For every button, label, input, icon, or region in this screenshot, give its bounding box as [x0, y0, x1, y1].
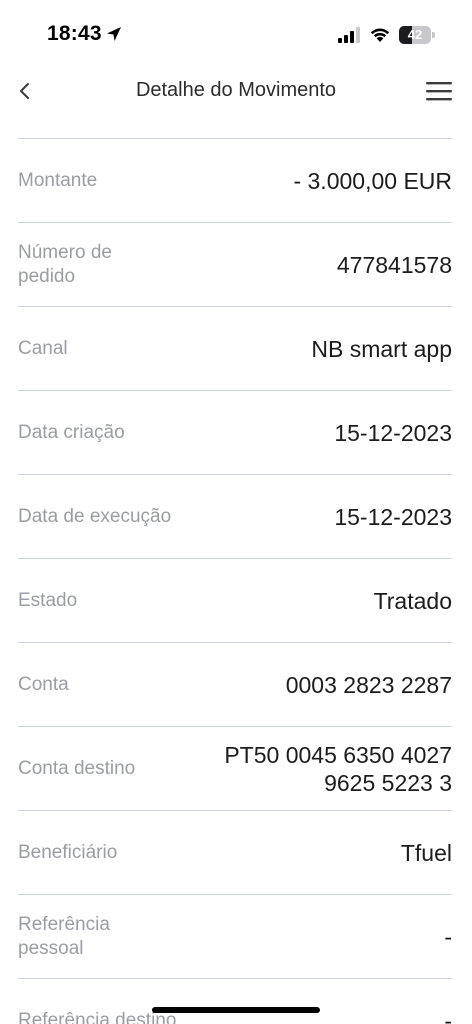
page-title: Detalhe do Movimento [135, 79, 337, 101]
detail-row-montante: Montante - 3.000,00 EUR [18, 138, 452, 222]
detail-row-numero-pedido: Número de pedido 477841578 [18, 222, 452, 306]
row-value: Tfuel [400, 839, 452, 866]
row-label: Referência pessoal [18, 913, 110, 959]
row-value: PT50 0045 6350 4027 9625 5223 3 [224, 741, 452, 796]
detail-row-beneficiario: Beneficiário Tfuel [18, 810, 452, 894]
status-time: 18:43 [47, 22, 102, 45]
row-label: Conta [18, 673, 69, 695]
row-value: 477841578 [336, 251, 452, 278]
row-value: - 3.000,00 EUR [293, 167, 452, 194]
row-label: Número de pedido [18, 241, 112, 287]
row-value: 0003 2823 2287 [285, 671, 452, 698]
detail-row-referencia-destino: Referência destino - [18, 978, 452, 1024]
battery-level: 42 [407, 27, 423, 42]
row-label: Beneficiário [18, 841, 118, 863]
detail-row-data-execucao: Data de execução 15-12-2023 [18, 474, 452, 558]
row-value: - [444, 923, 452, 950]
row-label: Data de execução [18, 505, 172, 527]
status-bar: 18:43 42 [0, 0, 472, 70]
detail-row-canal: Canal NB smart app [18, 306, 452, 390]
detail-row-conta-destino: Conta destino PT50 0045 6350 4027 9625 5… [18, 726, 452, 810]
row-label: Conta destino [18, 757, 136, 779]
location-arrow-icon [107, 27, 121, 41]
row-value: Tratado [373, 587, 452, 614]
wifi-icon [370, 28, 390, 42]
row-label: Data criação [18, 421, 125, 443]
detail-row-data-criacao: Data criação 15-12-2023 [18, 390, 452, 474]
cellular-signal-icon [338, 27, 360, 43]
detail-row-conta: Conta 0003 2823 2287 [18, 642, 452, 726]
row-value: - [444, 1007, 452, 1024]
detail-row-referencia-pessoal: Referência pessoal - [18, 894, 452, 978]
battery-icon: 42 [399, 26, 435, 44]
screen: 18:43 42 Detalhe do Movimento Montante -… [0, 0, 472, 1024]
detail-list: Montante - 3.000,00 EUR Número de pedido… [18, 138, 452, 1024]
row-label: Montante [18, 169, 98, 191]
home-indicator[interactable] [152, 1007, 320, 1013]
row-value: 15-12-2023 [334, 419, 452, 446]
row-label: Estado [18, 589, 78, 611]
menu-button[interactable] [422, 76, 456, 106]
detail-row-estado: Estado Tratado [18, 558, 452, 642]
row-label: Canal [18, 337, 68, 359]
row-value: NB smart app [311, 335, 452, 362]
hamburger-menu-icon [426, 82, 452, 101]
nav-bar: Detalhe do Movimento [0, 70, 472, 114]
row-value: 15-12-2023 [334, 503, 452, 530]
